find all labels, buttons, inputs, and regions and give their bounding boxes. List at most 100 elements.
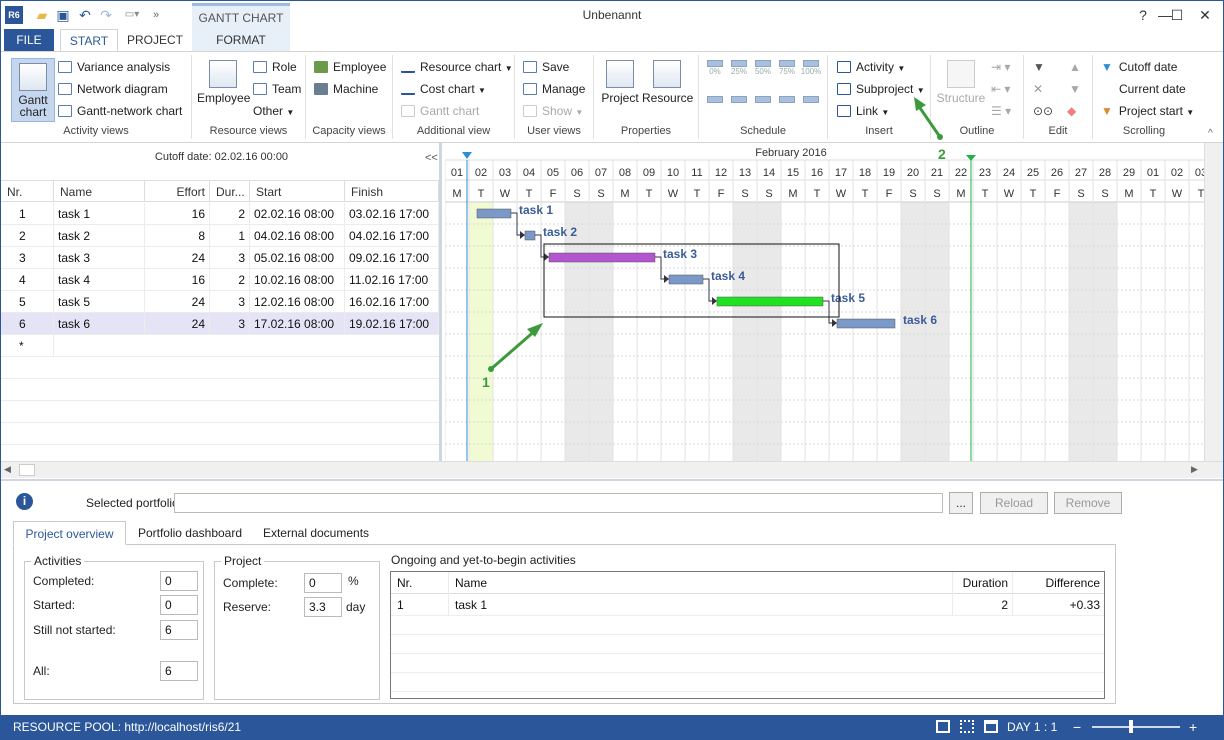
view-grid-icon[interactable] (960, 720, 974, 733)
tab-project[interactable]: PROJECT (125, 29, 185, 51)
weekday-label: W (1172, 188, 1183, 200)
progress-25-button[interactable]: 25% (728, 60, 750, 78)
capacity-machine-button[interactable]: Machine (314, 80, 378, 98)
task-bar[interactable] (716, 296, 824, 307)
collapse-ribbon-icon[interactable]: ^ (1208, 128, 1213, 139)
column-header-effort[interactable]: Effort (145, 180, 210, 202)
view-chart-icon[interactable] (984, 720, 998, 733)
project-start-label: Project start (1118, 104, 1183, 118)
vertical-scrollbar[interactable] (1204, 143, 1223, 461)
collapse-pane-button[interactable]: << (425, 152, 438, 164)
table-row[interactable]: 4 task 4 16 2 10.02.16 08:00 11.02.16 17:00 (1, 269, 439, 291)
progress-100-button[interactable]: 100% (800, 60, 822, 78)
filter-icon[interactable]: ▼ (1033, 58, 1045, 76)
schedule-action-button[interactable] (728, 96, 750, 114)
insert-link-dropdown[interactable]: Link ▼ (837, 102, 889, 120)
schedule-action-button[interactable] (704, 96, 726, 114)
tab-file[interactable]: FILE (4, 29, 54, 51)
ongoing-col-difference[interactable]: Difference (1013, 572, 1104, 594)
weekday-label: S (909, 188, 916, 200)
column-header-finish[interactable]: Finish (345, 180, 439, 202)
gantt-canvas[interactable]: February 2016 01 M 02 T 03 W 04 T 05 F 06 S 07 S 08 M 09 T… (445, 143, 1204, 461)
task-bar[interactable] (668, 274, 704, 285)
other-view-dropdown[interactable]: Other ▼ (253, 102, 294, 120)
table-row[interactable]: 1 task 1 16 2 02.02.16 08:00 03.02.16 17:00 (1, 203, 439, 225)
ongoing-col-nr[interactable]: Nr. (391, 572, 449, 594)
table-row[interactable]: 6 task 6 24 3 17.02.16 08:00 19.02.16 17:00 (1, 313, 439, 335)
gantt-chart-button[interactable]: Gantt chart (11, 58, 55, 122)
maximize-button[interactable]: ☐ (1163, 5, 1191, 25)
tab-external-documents[interactable]: External documents (256, 521, 376, 545)
zoom-slider[interactable] (1092, 726, 1180, 728)
outdent-button[interactable]: ⇤ ▾ (991, 80, 1010, 98)
role-view-button[interactable]: Role (253, 58, 297, 76)
outline-level-button[interactable]: ☰ ▾ (991, 102, 1011, 120)
zoom-out-button[interactable]: − (1073, 715, 1081, 739)
column-header-name[interactable]: Name (54, 180, 145, 202)
cost-chart-dropdown[interactable]: Cost chart ▼ (401, 80, 486, 98)
ongoing-col-duration[interactable]: Duration (953, 572, 1013, 594)
eraser-icon[interactable]: ◆ (1067, 102, 1076, 120)
column-header-nr[interactable]: Nr. (1, 180, 54, 202)
task-bar[interactable] (524, 230, 536, 241)
column-header-start[interactable]: Start (250, 180, 345, 202)
show-view-dropdown[interactable]: Show ▼ (523, 102, 583, 120)
clear-filter-icon[interactable]: ✕ (1033, 80, 1043, 98)
scroll-left-icon[interactable]: ◀ (4, 464, 11, 475)
reload-button[interactable]: Reload (980, 492, 1048, 514)
cell-name: task 4 (54, 269, 145, 291)
gantt-network-chart-button[interactable]: Gantt-network chart (58, 102, 182, 120)
zoom-in-button[interactable]: + (1189, 715, 1197, 739)
remove-button[interactable]: Remove (1054, 492, 1122, 514)
ongoing-col-name[interactable]: Name (449, 572, 953, 594)
view-normal-icon[interactable] (936, 720, 950, 733)
task-bar[interactable] (476, 208, 512, 219)
resource-chart-dropdown[interactable]: Resource chart ▼ (401, 58, 513, 76)
task-bar[interactable] (548, 252, 656, 263)
task-bar[interactable] (836, 318, 896, 329)
tab-start[interactable]: START (60, 29, 118, 51)
project-start-dropdown[interactable]: ▼ Project start ▼ (1101, 102, 1194, 120)
close-button[interactable]: ✕ (1191, 5, 1219, 25)
current-date-button[interactable]: Current date (1101, 80, 1186, 98)
cell-duration: 2 (210, 203, 250, 225)
move-up-icon[interactable]: ▲ (1069, 58, 1081, 76)
indent-button[interactable]: ⇥ ▾ (991, 58, 1010, 76)
table-row[interactable]: 2 task 2 8 1 04.02.16 08:00 04.02.16 17:00 (1, 225, 439, 247)
move-down-icon[interactable]: ▼ (1069, 80, 1081, 98)
resource-properties-button[interactable]: Resource (642, 60, 693, 120)
capacity-employee-button[interactable]: Employee (314, 58, 386, 76)
tab-format[interactable]: FORMAT (192, 29, 290, 51)
manage-views-button[interactable]: Manage (523, 80, 585, 98)
progress-50-button[interactable]: 50% (752, 60, 774, 78)
tab-project-overview[interactable]: Project overview (13, 521, 126, 545)
schedule-action-button[interactable] (800, 96, 822, 114)
scroll-thumb[interactable] (19, 464, 35, 476)
project-properties-button[interactable]: Project (599, 60, 641, 120)
ongoing-row[interactable]: 1 task 1 2 +0.33 (391, 594, 1104, 616)
variance-analysis-button[interactable]: Variance analysis (58, 58, 170, 76)
schedule-action-button[interactable] (776, 96, 798, 114)
tab-portfolio-dashboard[interactable]: Portfolio dashboard (131, 521, 249, 545)
team-view-button[interactable]: Team (253, 80, 301, 98)
progress-75-button[interactable]: 75% (776, 60, 798, 78)
table-row[interactable]: 5 task 5 24 3 12.02.16 08:00 16.02.16 17:00 (1, 291, 439, 313)
insert-activity-dropdown[interactable]: Activity ▼ (837, 58, 905, 76)
network-diagram-button[interactable]: Network diagram (58, 80, 168, 98)
zoom-slider-thumb[interactable] (1129, 720, 1133, 733)
additional-gantt-chart-button[interactable]: Gantt chart (401, 102, 479, 120)
selected-portfolio-field[interactable] (174, 493, 943, 513)
scroll-right-icon[interactable]: ▶ (1191, 464, 1198, 475)
find-icon[interactable]: ⊙⊙ (1033, 102, 1053, 120)
column-header-duration[interactable]: Dur... (210, 180, 250, 202)
browse-button[interactable]: ... (949, 492, 973, 514)
new-row[interactable]: * (1, 335, 439, 357)
progress-0-button[interactable]: 0% (704, 60, 726, 78)
horizontal-scrollbar[interactable]: ◀ ▶ (1, 461, 1223, 478)
save-view-button[interactable]: Save (523, 58, 569, 76)
employee-view-button[interactable]: Employee (197, 60, 250, 120)
schedule-action-button[interactable] (752, 96, 774, 114)
cutoff-date-button[interactable]: ▼ Cutoff date (1101, 58, 1177, 76)
table-row[interactable]: 3 task 3 24 3 05.02.16 08:00 09.02.16 17:00 (1, 247, 439, 269)
gantt-chart[interactable]: February 2016 01 M 02 T 03 W 04 T 05 F 06 S 07 S 08 M 09 T… (445, 143, 1204, 461)
